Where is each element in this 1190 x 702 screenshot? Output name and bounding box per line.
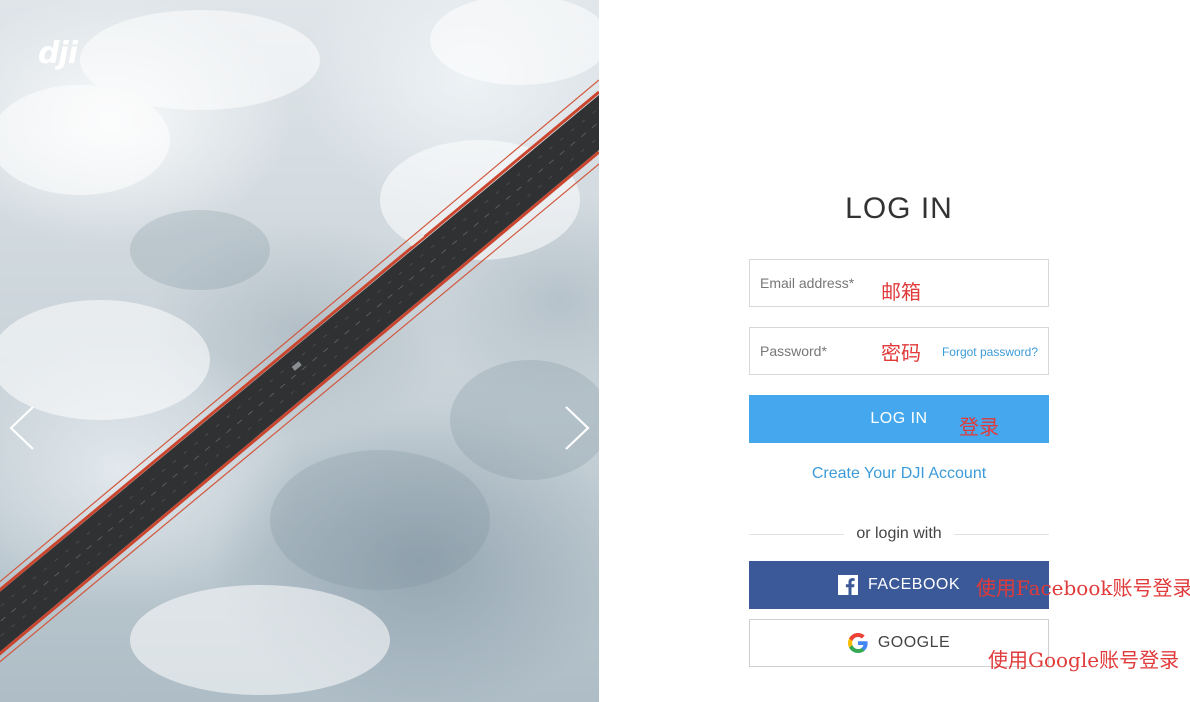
chevron-right-icon	[565, 406, 590, 450]
facebook-button-label: FACEBOOK	[867, 576, 961, 593]
page-title: LOG IN	[845, 192, 953, 225]
facebook-annotation: 使用Facebook账号登录	[976, 576, 1190, 600]
login-button-label: LOG IN	[870, 410, 928, 427]
chevron-left-icon	[9, 406, 34, 450]
divider-line-right	[954, 534, 1049, 535]
social-login-divider: or login with	[749, 523, 1049, 545]
password-annotation: 密码	[881, 341, 921, 365]
google-icon	[847, 633, 868, 653]
hero-image-panel: dji	[0, 0, 599, 702]
forgot-password-link[interactable]: Forgot password?	[942, 345, 1038, 359]
facebook-icon	[837, 575, 858, 595]
email-annotation: 邮箱	[881, 280, 921, 304]
carousel-next-button[interactable]	[562, 405, 592, 451]
login-button[interactable]: LOG IN	[749, 395, 1049, 443]
login-annotation: 登录	[959, 415, 999, 439]
bridge-aerial-image	[0, 0, 599, 695]
google-button-label: GOOGLE	[877, 634, 951, 651]
google-annotation: 使用Google账号登录	[988, 648, 1180, 672]
dji-logo[interactable]: dji	[38, 36, 78, 71]
carousel-prev-button[interactable]	[7, 405, 37, 451]
create-account-link[interactable]: Create Your DJI Account	[749, 465, 1049, 483]
